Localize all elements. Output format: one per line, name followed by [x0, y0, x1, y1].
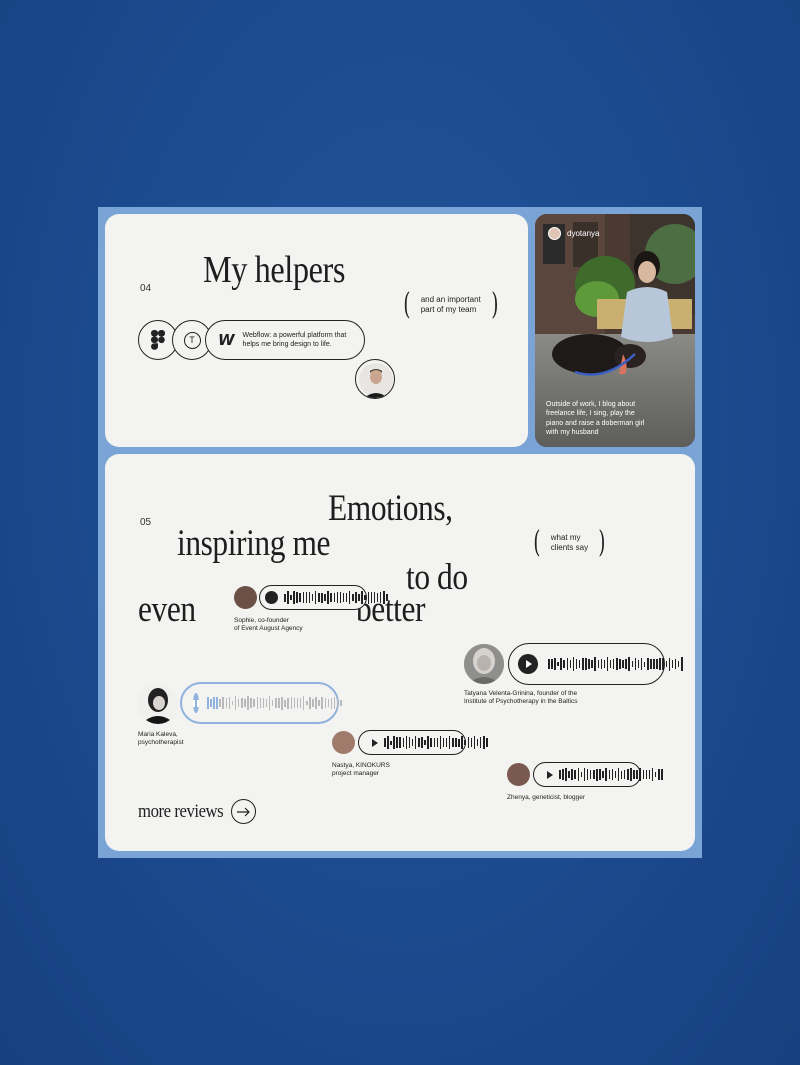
voice-review-sophie[interactable] [259, 585, 388, 610]
webflow-pill[interactable]: W Webflow: a powerful platform that helps… [205, 320, 365, 360]
pause-icon[interactable] [193, 693, 199, 713]
tilda-icon: T [183, 331, 201, 349]
more-reviews-label: more reviews [138, 800, 224, 822]
voice-review-nastya[interactable] [358, 730, 488, 755]
profile-photo-card: dyotanya Outside of work, I blog about fr… [535, 214, 695, 447]
section-number: 04 [140, 283, 152, 294]
profile-username-row[interactable]: dyotanya [548, 227, 599, 240]
profile-username: dyotanya [567, 229, 600, 238]
play-icon[interactable] [367, 736, 380, 749]
play-icon[interactable] [542, 768, 555, 781]
play-icon[interactable] [518, 654, 538, 674]
reviewer-avatar-maria [138, 684, 178, 724]
headline-emotions: Emotions, [328, 488, 453, 529]
waveform [384, 735, 488, 751]
section-number: 05 [140, 517, 152, 528]
voice-review-tatyana[interactable] [508, 643, 683, 685]
helpers-card: 04 My helpers ( and an important part of … [105, 214, 528, 447]
reviews-card: 05 Emotions, inspiring me to do even bet… [105, 454, 695, 851]
reviewer-name-zhenya: Zhenya, geneticist, blogger [507, 794, 586, 801]
waveform [284, 590, 388, 606]
arrow-icon[interactable] [230, 799, 256, 824]
figma-icon [151, 330, 165, 350]
reviewer-name-tatyana: Tatyana Velenta-Grinina, founder of the I… [464, 690, 578, 706]
helpers-note: ( and an important part of my team ) [403, 287, 499, 322]
voice-review-maria[interactable] [180, 682, 342, 724]
webflow-icon: W [218, 331, 235, 349]
waveform [559, 767, 663, 783]
headline-inspiring: inspiring me [177, 523, 331, 564]
reviewer-name-sophie: Sophie, co-founder of Event August Agency [234, 617, 303, 633]
reviewer-avatar-tatyana [464, 644, 504, 684]
reviewer-name-maria: Maria Kaleva, psychotherapist [138, 731, 184, 747]
helpers-title: My helpers [203, 249, 345, 291]
reviewer-avatar-nastya [332, 731, 355, 754]
webflow-description: Webflow: a powerful platform that helps m… [242, 331, 347, 348]
more-reviews-link[interactable]: more reviews [138, 799, 256, 824]
reviewer-name-nastya: Nastya, KINOKURS project manager [332, 762, 390, 778]
profile-avatar [548, 227, 561, 240]
voice-review-zhenya[interactable] [533, 762, 663, 787]
portfolio-frame: 04 My helpers ( and an important part of … [98, 207, 702, 858]
helper-avatar [355, 359, 395, 399]
waveform [207, 695, 342, 711]
reviewer-avatar-zhenya [507, 763, 530, 786]
play-icon[interactable] [265, 591, 278, 604]
waveform [548, 656, 683, 672]
reviewer-avatar-sophie [234, 586, 257, 609]
reviews-note: ( what my clients say ) [533, 525, 606, 560]
headline-even: even [138, 589, 196, 630]
profile-caption: Outside of work, I blog about freelance l… [546, 401, 645, 437]
